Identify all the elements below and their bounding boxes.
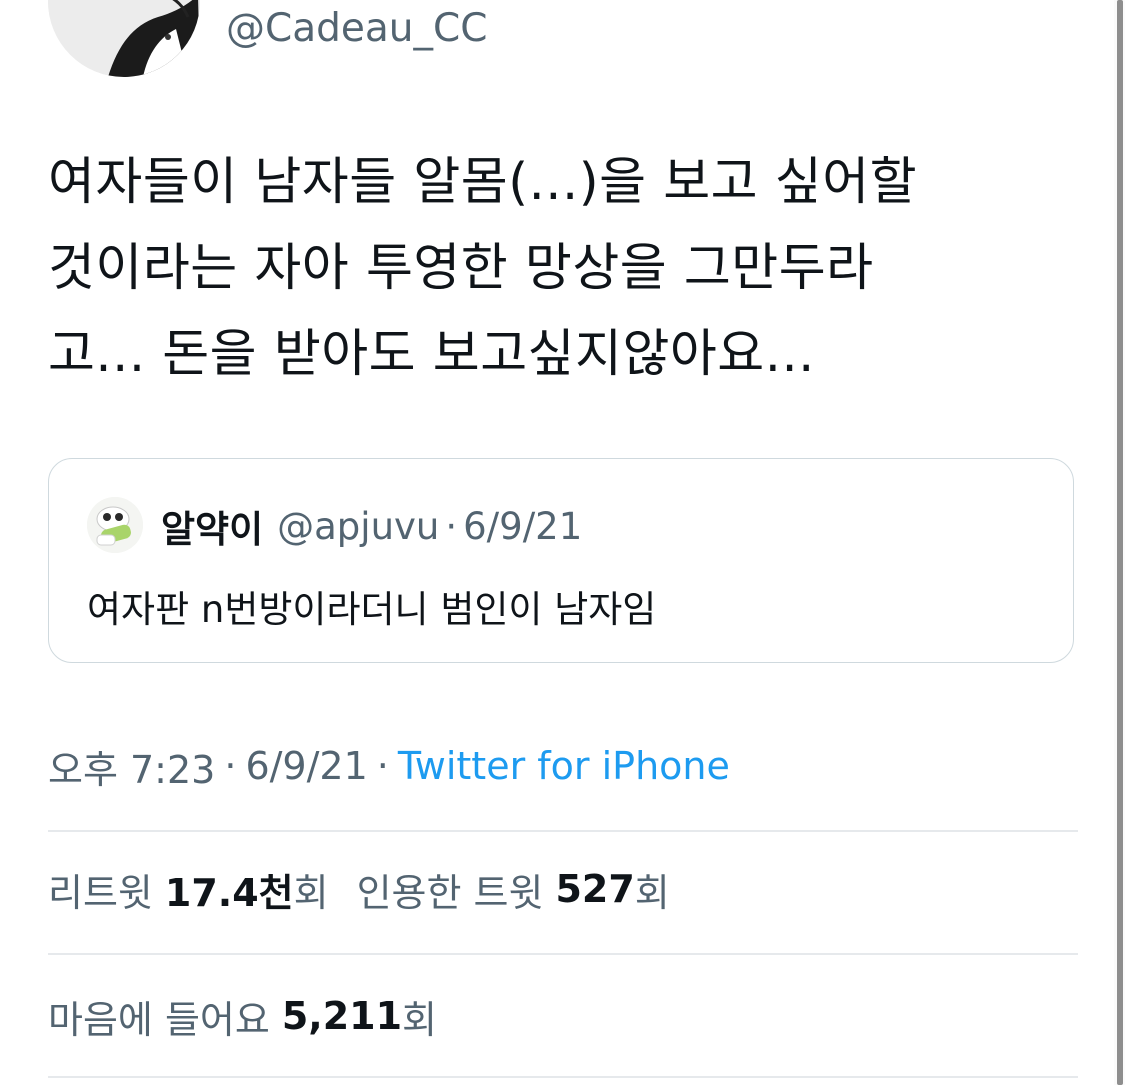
divider	[48, 953, 1078, 955]
dot-separator: ·	[224, 744, 237, 788]
quoted-tweet-date[interactable]: 6/9/21	[463, 505, 582, 548]
quote-tweets-unit: 회	[634, 870, 670, 915]
scrollbar-thumb[interactable]	[1117, 0, 1123, 1085]
quoted-tweet-header: 알약이 @apjuvu · 6/9/21	[161, 503, 582, 552]
quote-tweets-label: 인용한 트윗	[356, 870, 544, 915]
tweet-text-line: 것이라는 자아 투영한 망상을 그만두라	[48, 239, 874, 298]
divider	[48, 830, 1078, 832]
retweets-unit: 회	[293, 870, 329, 915]
divider	[48, 1076, 1078, 1078]
scrollbar[interactable]	[1114, 0, 1125, 1085]
quoted-tweet-card[interactable]: 알약이 @apjuvu · 6/9/21 여자판 n번방이라더니 범인이 남자임	[48, 458, 1074, 663]
tweet-text: 여자들이 남자들 알몸(...)을 보고 싶어할 것이라는 자아 투영한 망상을…	[48, 140, 1048, 398]
quoted-author-name[interactable]: 알약이	[161, 499, 263, 553]
retweets-label: 리트윗	[48, 870, 153, 915]
retweets-count[interactable]: 17.4천	[165, 862, 294, 917]
avatar-illustration	[87, 497, 143, 553]
tweet-source-link[interactable]: Twitter for iPhone	[398, 744, 730, 788]
likes-label: 마음에 들어요	[48, 997, 270, 1042]
likes-count[interactable]: 5,211	[282, 994, 402, 1038]
tweet-text-line: 여자들이 남자들 알몸(...)을 보고 싶어할	[48, 153, 918, 212]
tweet-date[interactable]: 6/9/21	[245, 744, 367, 788]
likes-unit: 회	[402, 997, 438, 1042]
quoted-author-avatar[interactable]	[87, 497, 143, 553]
dot-separator: ·	[376, 744, 389, 788]
tweet-metadata: 오후 7:23 · 6/9/21 · Twitter for iPhone	[48, 742, 730, 792]
likes-stats: 마음에 들어요 5,211 회	[48, 991, 438, 1042]
quoted-author-handle[interactable]: @apjuvu	[277, 505, 439, 548]
avatar-illustration	[48, 0, 200, 77]
dot-separator: ·	[445, 504, 458, 548]
author-handle[interactable]: @Cadeau_CC	[226, 7, 487, 51]
quote-tweets-count[interactable]: 527	[555, 867, 634, 911]
author-avatar[interactable]	[48, 0, 200, 77]
quoted-tweet-text: 여자판 n번방이라더니 범인이 남자임	[87, 588, 657, 631]
retweet-quote-stats: 리트윗 17.4천 회 인용한 트윗 527 회	[48, 862, 670, 917]
tweet-time[interactable]: 오후 7:23	[48, 739, 215, 794]
tweet-text-line: 고... 돈을 받아도 보고싶지않아요...	[48, 325, 815, 384]
